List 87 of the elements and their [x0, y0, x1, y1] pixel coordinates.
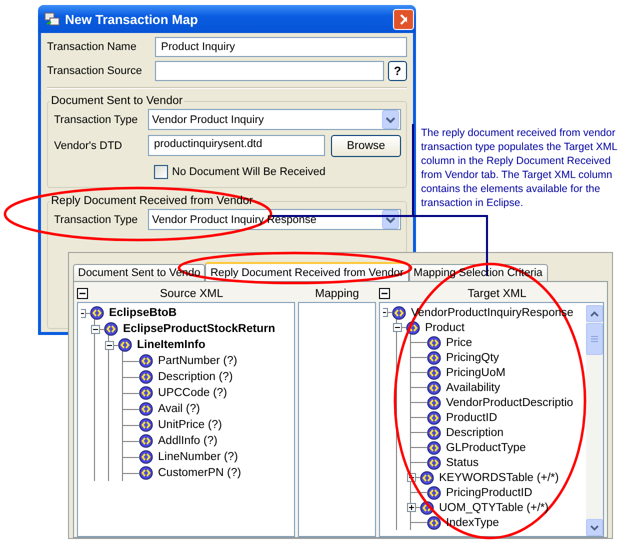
- element-icon: [427, 410, 441, 424]
- element-icon: [427, 350, 441, 364]
- element-icon: [427, 516, 441, 530]
- collapse-icon[interactable]: [91, 324, 100, 334]
- browse-button[interactable]: Browse: [331, 134, 401, 156]
- element-icon: [427, 426, 441, 440]
- tree-node[interactable]: PricingUoM: [446, 366, 506, 378]
- element-icon: [139, 386, 153, 400]
- text-field[interactable]: productinquirysent.dtd: [148, 135, 325, 156]
- element-icon: [139, 370, 153, 384]
- tree-node[interactable]: PricingProductID: [446, 486, 532, 498]
- tree-node[interactable]: UPCCode (?): [158, 387, 228, 399]
- tree-node[interactable]: LineNumber (?): [158, 451, 238, 463]
- column-header: Target XML: [466, 288, 528, 300]
- field-label: Transaction Type: [54, 214, 139, 226]
- tree-node[interactable]: EclipseBtoB: [109, 307, 177, 319]
- scroll-thumb[interactable]: [586, 323, 603, 355]
- element-icon: [139, 402, 153, 416]
- tree-node[interactable]: GLProductType: [446, 442, 526, 454]
- tree-node[interactable]: UOM_QTYTable (+/*): [439, 502, 549, 514]
- tree-node[interactable]: Availability: [446, 382, 500, 394]
- tree-node[interactable]: Status: [446, 456, 479, 468]
- element-icon: [90, 306, 104, 320]
- element-icon: [427, 456, 441, 470]
- tree-node[interactable]: PartNumber (?): [158, 355, 238, 367]
- checkbox[interactable]: [154, 164, 168, 178]
- window-title: New Transaction Map: [65, 12, 199, 26]
- expand-icon[interactable]: [407, 503, 416, 512]
- text-field[interactable]: Product Inquiry: [155, 36, 407, 56]
- help-button[interactable]: ?: [388, 60, 407, 80]
- element-icon: [420, 470, 434, 484]
- dropdown[interactable]: Vendor Product Inquiry Response: [148, 209, 401, 230]
- collapse-icon[interactable]: [105, 340, 114, 350]
- element-icon: [118, 338, 132, 352]
- column-header: Source XML: [158, 288, 224, 300]
- collapse-icon[interactable]: [379, 288, 390, 299]
- element-icon: [139, 450, 153, 464]
- element-icon: [427, 486, 441, 500]
- tree-node[interactable]: Product: [425, 322, 465, 334]
- tree-node[interactable]: UnitPrice (?): [158, 419, 222, 431]
- field-label: Transaction Name: [47, 40, 138, 52]
- field-label: Vendor's DTD: [54, 140, 124, 152]
- tree-node[interactable]: EclipseProductStockReturn: [123, 323, 276, 335]
- tree-node[interactable]: ProductID: [446, 412, 498, 424]
- collapse-icon[interactable]: [393, 323, 402, 332]
- tree-node[interactable]: CustomerPN (?): [158, 467, 242, 479]
- caret-down-icon: [590, 524, 599, 530]
- scroll-up-button[interactable]: [586, 305, 603, 322]
- caret-up-icon: [590, 310, 599, 316]
- text-field[interactable]: [155, 60, 384, 80]
- map-icon: [44, 11, 60, 27]
- element-icon: [104, 322, 118, 336]
- element-icon: [139, 466, 153, 480]
- close-button[interactable]: [393, 8, 414, 30]
- callout-text: The reply document received from vendor transaction type populates the Target XML column in the Reply Document Received from Vendor tab. The Target XML column contains the elements available for the transaction in Eclipse.: [412, 124, 626, 216]
- tree-node[interactable]: Description: [446, 426, 504, 438]
- column-header: Mapping: [314, 288, 360, 300]
- grip-icon: [591, 335, 598, 343]
- element-icon: [427, 440, 441, 454]
- dropdown[interactable]: Vendor Product Inquiry: [148, 109, 401, 130]
- element-icon: [427, 396, 441, 410]
- element-icon: [427, 336, 441, 350]
- tree-node[interactable]: VendorProductDescriptio: [446, 396, 574, 408]
- group-title: Reply Document Received from Vendor: [50, 195, 254, 207]
- element-icon: [139, 418, 153, 432]
- element-icon: [392, 306, 406, 320]
- tree-node[interactable]: LineItemInfo: [137, 339, 206, 351]
- scroll-down-button[interactable]: [586, 519, 603, 536]
- tab[interactable]: Reply Document Received from Vendor: [205, 262, 409, 282]
- field-label: Transaction Type: [54, 114, 139, 126]
- group-title: Document Sent to Vendor: [50, 95, 184, 107]
- tree-node[interactable]: IndexType: [446, 516, 500, 528]
- scrollbar[interactable]: [586, 305, 603, 536]
- element-icon: [427, 380, 441, 394]
- field-label: Transaction Source: [47, 64, 143, 76]
- tree-node[interactable]: PricingQty: [446, 352, 500, 364]
- tree-node[interactable]: Avail (?): [158, 403, 200, 415]
- tree-node[interactable]: Price: [446, 336, 472, 348]
- checkbox-label: No Document Will Be Received: [172, 166, 326, 178]
- collapse-icon[interactable]: [77, 288, 88, 299]
- element-icon: [427, 366, 441, 380]
- element-icon: [139, 434, 153, 448]
- close-icon: [400, 14, 407, 24]
- tree-node[interactable]: Description (?): [158, 371, 233, 383]
- tree-node[interactable]: KEYWORDSTable (+/*): [439, 472, 559, 484]
- element-icon: [139, 354, 153, 368]
- tree-node[interactable]: AddlInfo (?): [158, 435, 218, 447]
